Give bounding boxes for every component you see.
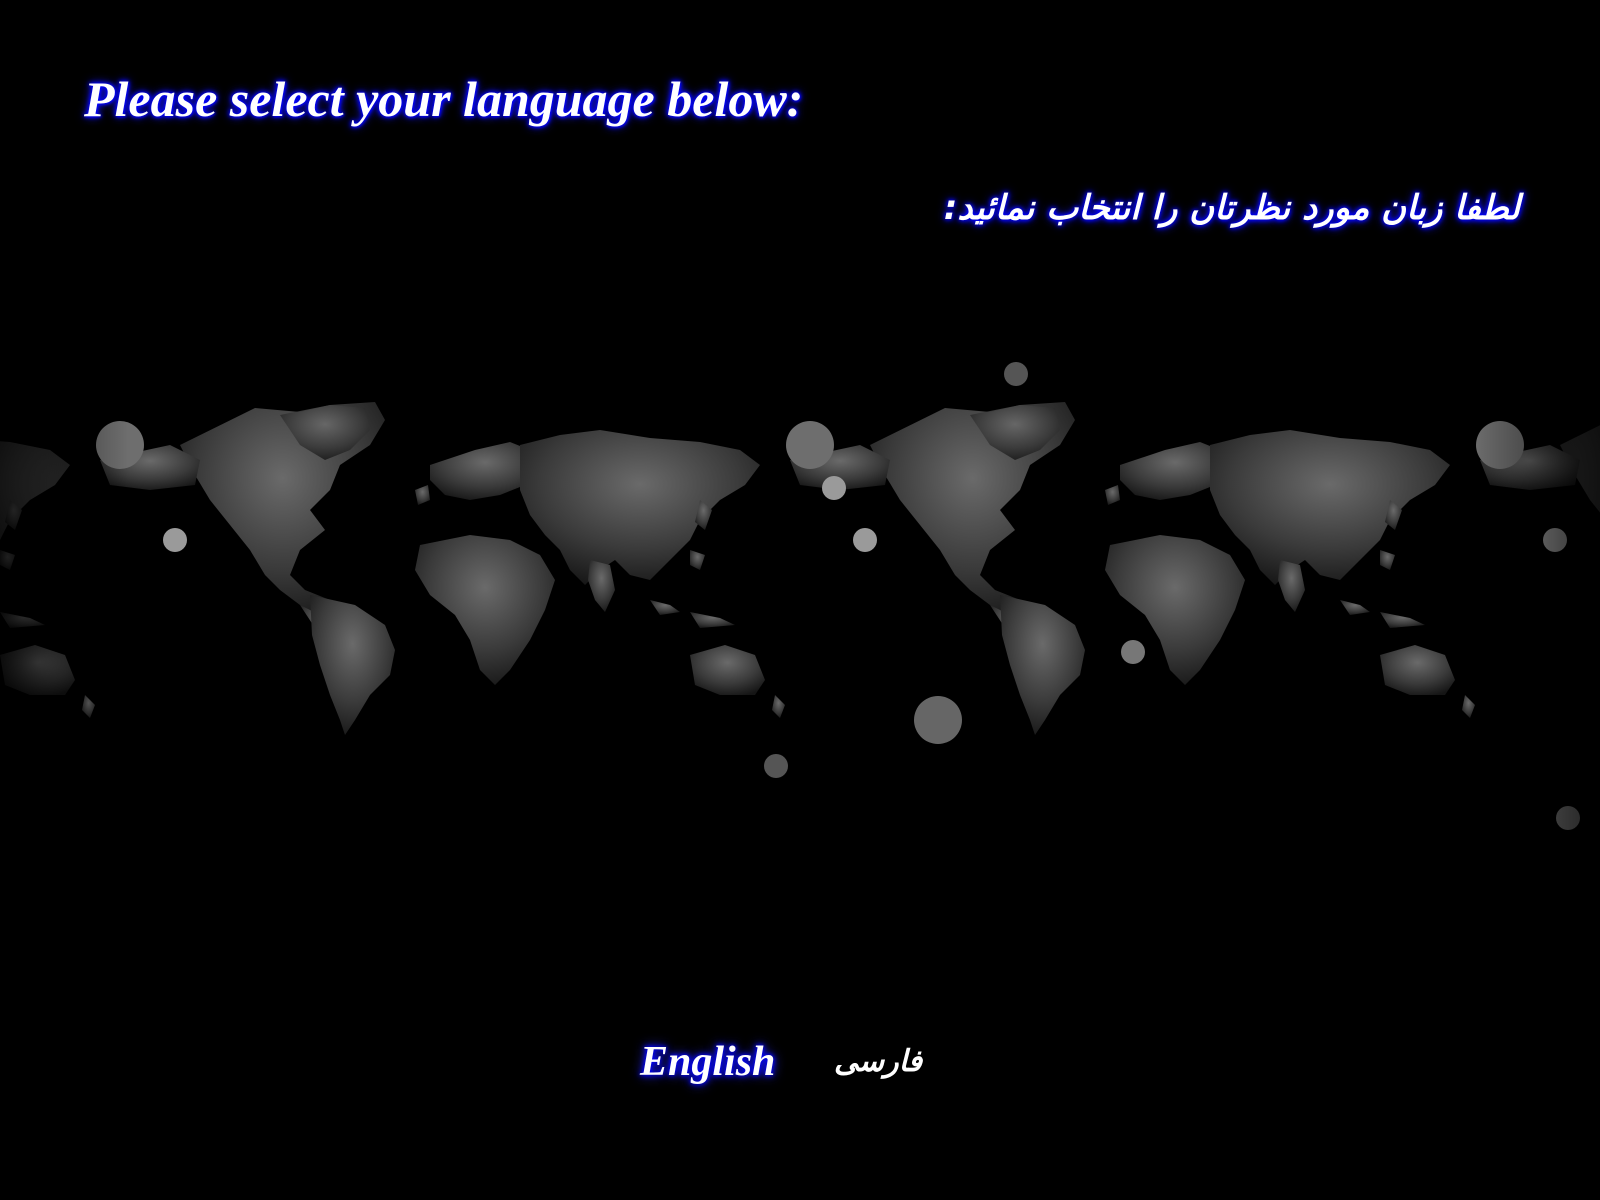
world-map-icon	[0, 350, 1600, 850]
page-title-farsi: لطفا زبان مورد نظرتان را انتخاب نمائید:	[943, 188, 1520, 228]
farsi-language-link[interactable]: فارسی	[834, 1044, 922, 1079]
language-options: English فارسی	[0, 1038, 1600, 1098]
language-select-screen: Please select your language below: لطفا …	[0, 0, 1600, 1200]
page-title-english: Please select your language below:	[84, 71, 804, 127]
english-language-link[interactable]: English	[640, 1038, 775, 1086]
